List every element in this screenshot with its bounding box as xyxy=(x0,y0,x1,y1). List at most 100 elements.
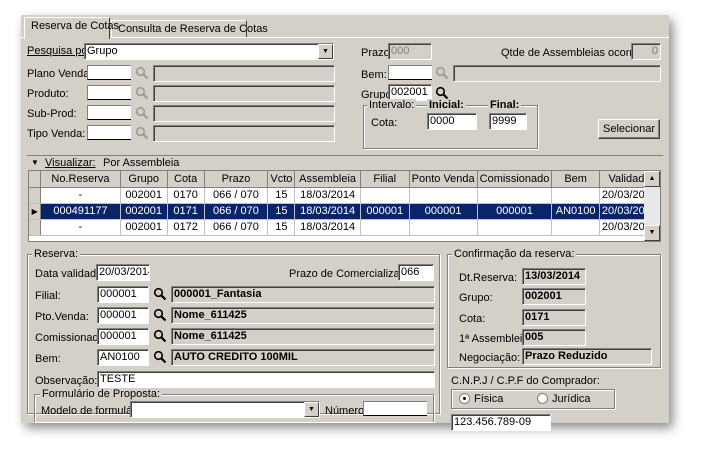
subprod-input[interactable] xyxy=(87,105,131,120)
visualizar-label: Visualizar: xyxy=(45,157,96,169)
produto-input[interactable] xyxy=(87,85,131,100)
observacao-input[interactable]: TESTE xyxy=(97,371,435,388)
table-cell: 0172 xyxy=(167,219,205,236)
cota-final-input[interactable]: 9999 xyxy=(489,113,527,130)
table-cell: 066 / 070 xyxy=(204,219,269,236)
juridica-radio[interactable] xyxy=(537,393,548,404)
table-cell: 15 xyxy=(267,219,296,236)
table-cell: 002001 xyxy=(120,219,168,236)
reservas-grid[interactable]: No.Reserva Grupo Cota Prazo Vcto Assembl… xyxy=(28,170,661,242)
conf-cota-label: Cota: xyxy=(459,313,486,325)
search-icon[interactable] xyxy=(135,106,149,120)
chevron-down-icon[interactable]: ▼ xyxy=(304,402,319,417)
col-header[interactable]: Grupo xyxy=(120,171,168,188)
table-row[interactable]: - 002001 0170 066 / 070 15 18/03/2014 20… xyxy=(29,187,661,204)
final-label: Final: xyxy=(488,99,522,111)
row-pointer-icon: ▶ xyxy=(29,203,42,220)
filial-input[interactable]: 000001 xyxy=(97,286,149,303)
search-icon[interactable] xyxy=(135,86,149,100)
tab-reserva-cotas[interactable]: Reserva de Cotas xyxy=(24,17,119,39)
visualizar-value[interactable]: Por Assembleia xyxy=(103,157,179,169)
grid-header: No.Reserva Grupo Cota Prazo Vcto Assembl… xyxy=(29,171,661,188)
tab-consulta-reserva[interactable]: Consulta de Reserva de Cotas xyxy=(111,20,268,38)
filial-label: Filial: xyxy=(35,290,61,302)
table-cell: - xyxy=(40,219,121,236)
pesquisa-select[interactable]: Grupo ▼ xyxy=(84,43,334,60)
conf-cota-value: 0171 xyxy=(522,309,586,326)
table-row-selected[interactable]: ▶ 000491177 002001 0171 066 / 070 15 18/… xyxy=(29,203,661,220)
data-validade-input[interactable]: 20/03/2014 xyxy=(96,264,150,281)
selecionar-button[interactable]: Selecionar xyxy=(598,119,660,139)
juridica-label: Jurídica xyxy=(552,393,591,405)
cota-label: Cota: xyxy=(371,117,398,129)
data-validade-label: Data validade: xyxy=(35,268,106,280)
table-cell: 002001 xyxy=(120,203,168,220)
subprod-desc xyxy=(153,105,335,122)
table-cell xyxy=(409,187,478,204)
prazo-input[interactable]: 000 xyxy=(388,43,432,60)
observacao-label: Observação: xyxy=(35,375,98,387)
ptovenda-input[interactable]: 000001 xyxy=(97,307,149,324)
col-header[interactable]: Prazo xyxy=(204,171,269,188)
scroll-up-icon[interactable]: ▲ xyxy=(644,171,660,187)
search-icon[interactable] xyxy=(135,126,149,140)
col-header[interactable]: Comissionado xyxy=(477,171,553,188)
bem-desc xyxy=(453,65,661,82)
col-header[interactable]: No.Reserva xyxy=(40,171,121,188)
table-cell: 066 / 070 xyxy=(204,187,269,204)
fisica-radio[interactable] xyxy=(459,393,470,404)
table-cell: 18/03/2014 xyxy=(294,219,361,236)
prazo-comercializacao-input[interactable]: 066 xyxy=(398,264,434,281)
search-icon[interactable] xyxy=(153,329,167,343)
search-icon[interactable] xyxy=(153,287,167,301)
produto-desc xyxy=(153,85,335,102)
cpf-input[interactable]: 123.456.789-09 xyxy=(451,414,551,431)
table-cell: - xyxy=(40,187,121,204)
col-header[interactable]: Filial xyxy=(360,171,410,188)
search-icon[interactable] xyxy=(153,308,167,322)
assembleia-value: 005 xyxy=(522,329,586,346)
table-row[interactable]: - 002001 0172 066 / 070 15 18/03/2014 20… xyxy=(29,219,661,236)
tipo-venda-label: Tipo Venda: xyxy=(27,128,86,140)
table-cell xyxy=(477,219,553,236)
search-icon[interactable] xyxy=(135,66,149,80)
scroll-down-icon[interactable]: ▼ xyxy=(644,225,660,241)
bem-input[interactable] xyxy=(388,65,432,80)
conf-grupo-label: Grupo: xyxy=(459,292,493,304)
grid-scrollbar[interactable]: ▲ ▼ xyxy=(644,171,660,241)
table-cell: AN0100 xyxy=(551,203,600,220)
col-header[interactable]: Ponto Venda xyxy=(409,171,478,188)
modelo-select[interactable]: ▼ xyxy=(130,401,320,418)
table-cell xyxy=(551,187,600,204)
comissionado-input[interactable]: 000001 xyxy=(97,328,149,345)
search-icon[interactable] xyxy=(435,86,449,100)
grid-corner xyxy=(29,171,42,188)
col-header[interactable]: Assembleia xyxy=(294,171,361,188)
dt-reserva-value: 13/03/2014 xyxy=(522,268,586,285)
bem-label: Bem: xyxy=(35,353,61,365)
row-indicator xyxy=(29,219,42,236)
numero-input[interactable] xyxy=(363,401,427,416)
col-header[interactable]: Cota xyxy=(167,171,205,188)
table-cell: 0170 xyxy=(167,187,205,204)
qtde-assembleias-value: 0 xyxy=(631,43,661,60)
collapse-triangle-icon[interactable]: ▼ xyxy=(31,158,39,167)
cota-inicial-input[interactable]: 0000 xyxy=(427,113,477,130)
negociacao-value: Prazo Reduzido xyxy=(522,348,652,365)
table-cell: 18/03/2014 xyxy=(294,203,361,220)
col-header[interactable]: Vcto xyxy=(267,171,296,188)
intervalo-label: Intervalo: xyxy=(367,99,417,111)
numero-label: Número: xyxy=(325,405,368,417)
bem-code-input[interactable]: AN0100 xyxy=(97,349,149,366)
comprador-title: C.N.P.J / C.P.F do Comprador: xyxy=(451,375,600,387)
search-icon[interactable] xyxy=(153,350,167,364)
chevron-down-icon[interactable]: ▼ xyxy=(318,44,333,59)
search-icon[interactable] xyxy=(435,66,449,80)
dt-reserva-label: Dt.Reserva: xyxy=(459,272,518,284)
col-header[interactable]: Bem xyxy=(551,171,600,188)
table-cell xyxy=(360,187,410,204)
table-cell: 000001 xyxy=(409,203,478,220)
negociacao-label: Negociação: xyxy=(459,352,521,364)
plano-venda-input[interactable] xyxy=(87,65,131,80)
tipo-venda-input[interactable] xyxy=(87,125,131,140)
